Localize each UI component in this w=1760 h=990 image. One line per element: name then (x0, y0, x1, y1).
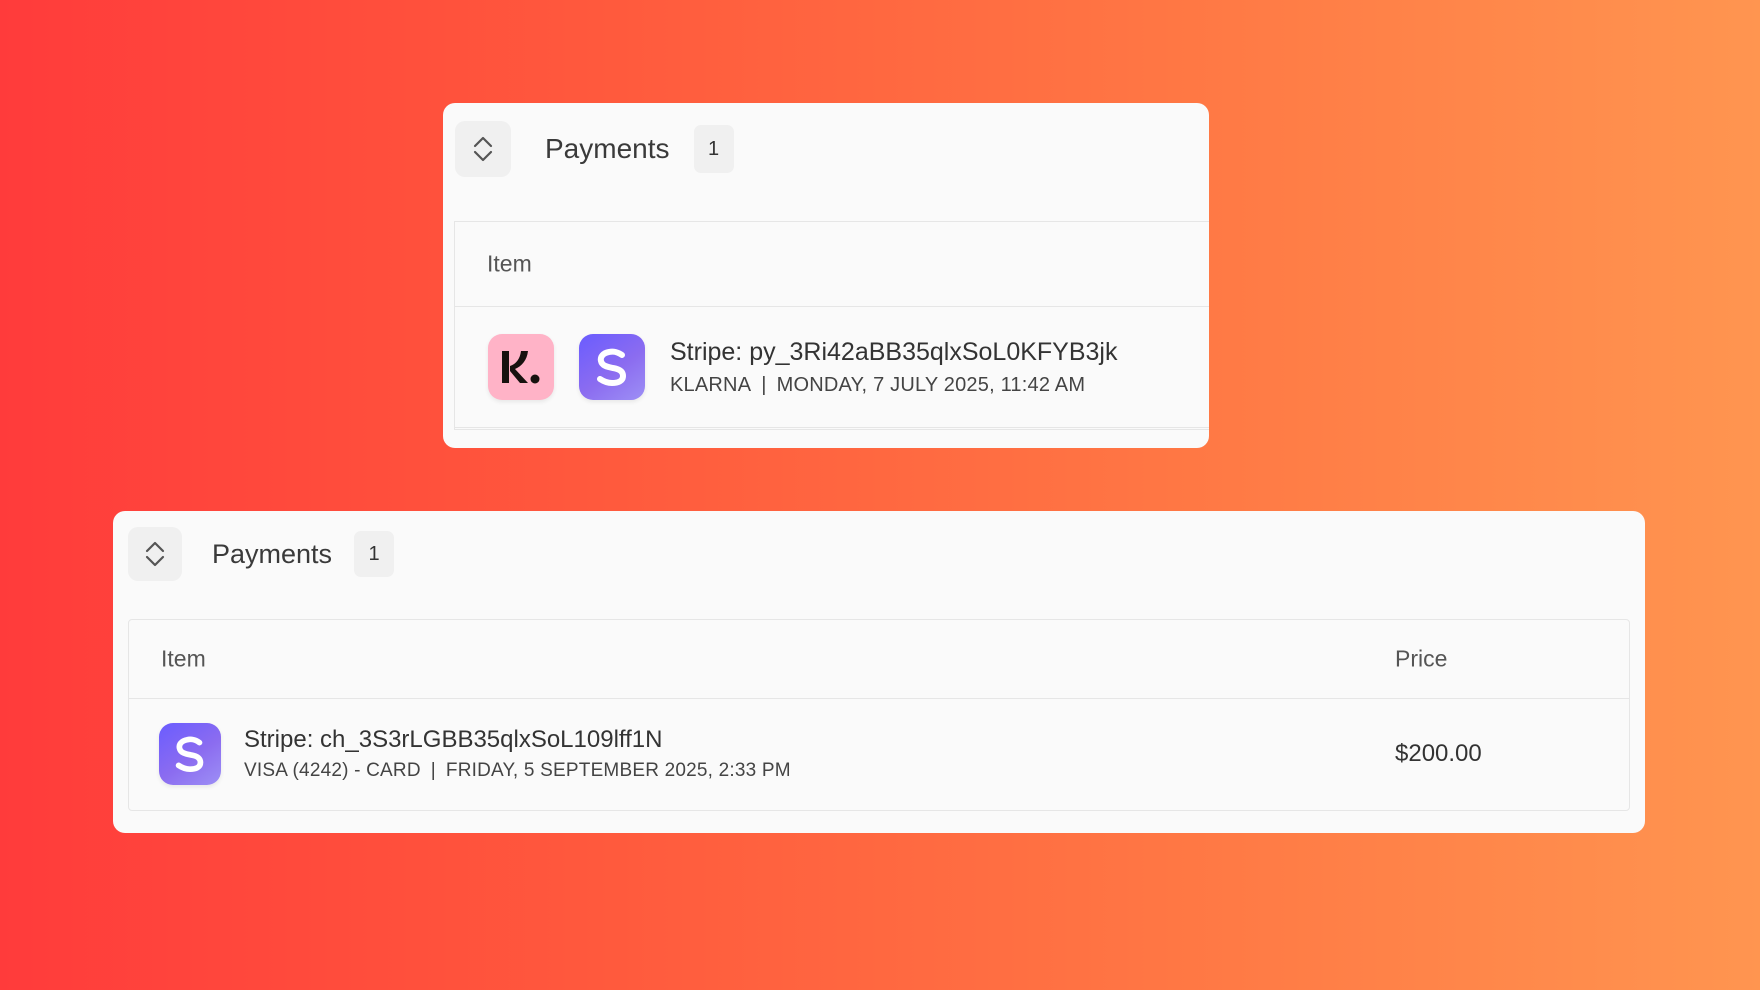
payment-method: VISA (4242) - CARD (244, 760, 421, 781)
payment-price: $200.00 (1395, 740, 1482, 767)
sort-toggle-button[interactable] (455, 121, 511, 177)
column-header-item: Item (161, 645, 206, 672)
panel-title: Payments (212, 538, 333, 569)
table-header: Item Price (129, 620, 1629, 699)
panel-header: Payments 1 (128, 527, 395, 581)
payments-panel-top: Payments 1 Item Stripe: py_3Ri42aBB35qlx… (443, 103, 1209, 448)
payments-table: Item Price Stripe: ch_3S3rLGBB35qlxSoL10… (128, 619, 1630, 811)
payment-method: KLARNA (670, 373, 752, 396)
sort-toggle-button[interactable] (128, 527, 182, 581)
stripe-logo-icon (159, 723, 221, 785)
panel-header: Payments 1 (455, 121, 734, 177)
table-header: Item (455, 222, 1209, 307)
chevron-up-down-icon (473, 136, 493, 162)
table-row[interactable]: Stripe: ch_3S3rLGBB35qlxSoL109lff1N VISA… (129, 699, 1629, 809)
count-badge: 1 (354, 531, 395, 577)
row-details: Stripe: py_3Ri42aBB35qlxSoL0KFYB3jk KLAR… (670, 338, 1118, 397)
payments-panel-bottom: Payments 1 Item Price Stripe: ch_3S3rLGB… (113, 511, 1645, 833)
count-badge: 1 (693, 125, 734, 173)
chevron-up-down-icon (145, 541, 165, 567)
row-details: Stripe: ch_3S3rLGBB35qlxSoL109lff1N VISA… (244, 726, 791, 782)
klarna-logo-icon (488, 334, 554, 400)
column-header-price: Price (1395, 645, 1448, 672)
payment-id: Stripe: py_3Ri42aBB35qlxSoL0KFYB3jk (670, 337, 1118, 366)
payment-date: FRIDAY, 5 SEPTEMBER 2025, 2:33 PM (445, 760, 791, 781)
stripe-logo-icon (579, 334, 645, 400)
meta-separator: | (430, 760, 436, 781)
table-row[interactable]: Stripe: py_3Ri42aBB35qlxSoL0KFYB3jk KLAR… (455, 307, 1209, 428)
payment-meta: KLARNA | MONDAY, 7 JULY 2025, 11:42 AM (670, 374, 1118, 397)
payments-table: Item Stripe: py_3Ri42aBB35qlxSoL0KFYB3jk… (454, 221, 1209, 430)
panel-title: Payments (545, 133, 670, 164)
payment-id: Stripe: ch_3S3rLGBB35qlxSoL109lff1N (244, 726, 663, 753)
payment-date: MONDAY, 7 JULY 2025, 11:42 AM (776, 373, 1086, 396)
meta-separator: | (761, 373, 767, 396)
payment-meta: VISA (4242) - CARD | FRIDAY, 5 SEPTEMBER 2… (244, 760, 791, 782)
column-header-item: Item (487, 250, 532, 277)
